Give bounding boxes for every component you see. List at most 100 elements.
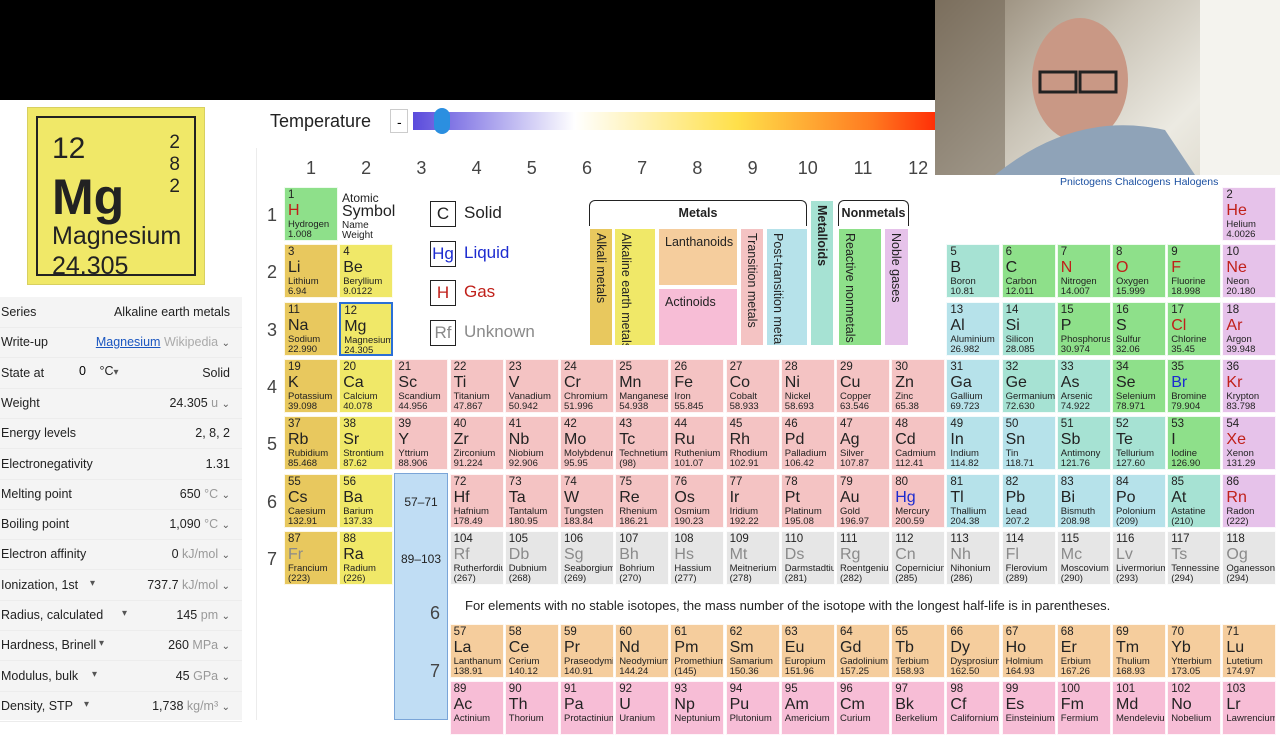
element-Lv[interactable]: 116 Lv Livermorium (293) — [1112, 530, 1166, 585]
state-temperature-input[interactable] — [58, 363, 86, 378]
element-Hs[interactable]: 108 Hs Hassium (277) — [670, 530, 725, 585]
element-Sr[interactable]: 38 Sr Strontium 87.62 — [339, 416, 394, 471]
element-Cs[interactable]: 55 Cs Caesium 132.91 — [284, 473, 338, 528]
group-number-3[interactable]: 3 — [401, 158, 441, 179]
element-P[interactable]: 15 P Phosphorus 30.974 — [1056, 301, 1111, 356]
state-legend-symbol[interactable]: H — [430, 280, 456, 306]
element-Gd[interactable]: 64 Gd Gadolinium 157.25 — [836, 624, 890, 678]
group-number-10[interactable]: 10 — [788, 158, 828, 179]
element-Sc[interactable]: 21 Sc Scandium 44.956 — [394, 358, 449, 413]
element-Na[interactable]: 11 Na Sodium 22.990 — [284, 301, 338, 356]
legend-actinoids[interactable]: Actinoids — [658, 288, 738, 346]
element-Al[interactable]: 13 Al Aluminium 26.982 — [946, 301, 1001, 356]
element-Lr[interactable]: 103 Lr Lawrencium — [1222, 681, 1277, 735]
element-H[interactable]: 1 H Hydrogen 1.008 — [284, 187, 338, 241]
element-Am[interactable]: 95 Am Americium — [780, 681, 835, 735]
element-Ar[interactable]: 18 Ar Argon 39.948 — [1222, 301, 1277, 356]
element-Sb[interactable]: 51 Sb Antimony 121.76 — [1056, 416, 1111, 471]
state-legend-label[interactable]: Solid — [464, 203, 502, 223]
element-I[interactable]: 53 I Iodine 126.90 — [1167, 416, 1222, 471]
temperature-slider-thumb[interactable] — [434, 108, 450, 134]
element-Ca[interactable]: 20 Ca Calcium 40.078 — [339, 358, 394, 413]
chevron-down-icon[interactable]: ⌄ — [222, 338, 230, 349]
chevron-down-icon[interactable]: ⌄ — [222, 550, 230, 561]
period-number-1[interactable]: 1 — [262, 205, 282, 226]
state-legend-symbol[interactable]: C — [430, 201, 456, 227]
f-block-marker[interactable] — [394, 473, 448, 720]
element-Re[interactable]: 75 Re Rhenium 186.21 — [615, 473, 670, 528]
element-Si[interactable]: 14 Si Silicon 28.085 — [1001, 301, 1056, 356]
property-mode-dropdown-icon[interactable]: ▾ — [122, 608, 127, 619]
element-Fl[interactable]: 114 Fl Flerovium (289) — [1001, 530, 1056, 585]
element-Nd[interactable]: 60 Nd Neodymium 144.24 — [615, 624, 670, 678]
temperature-decrease-button[interactable]: - — [390, 109, 408, 133]
element-Nb[interactable]: 41 Nb Niobium 92.906 — [504, 416, 559, 471]
chevron-down-icon[interactable]: ⌄ — [222, 672, 230, 683]
element-S[interactable]: 16 S Sulfur 32.06 — [1112, 301, 1166, 356]
group-number-4[interactable]: 4 — [457, 158, 497, 179]
period-number-7[interactable]: 7 — [262, 549, 282, 570]
element-Pm[interactable]: 61 Pm Promethium (145) — [670, 624, 725, 678]
element-Rf[interactable]: 104RfRutherfordium(267) — [449, 530, 504, 585]
element-Rn[interactable]: 86 Rn Radon (222) — [1222, 473, 1277, 528]
element-Er[interactable]: 68 Er Erbium 167.26 — [1056, 624, 1111, 678]
state-legend-symbol[interactable]: Rf — [430, 319, 456, 346]
group-number-2[interactable]: 2 — [346, 158, 386, 179]
element-K[interactable]: 19 K Potassium 39.098 — [284, 358, 338, 413]
element-Be[interactable]: 4 Be Beryllium 9.0122 — [339, 244, 394, 299]
property-mode-dropdown-icon[interactable]: ▾ — [99, 638, 104, 649]
group-number-9[interactable]: 9 — [733, 158, 773, 179]
element-Pu[interactable]: 94 Pu Plutonium — [725, 681, 780, 735]
element-Os[interactable]: 76 Os Osmium 190.23 — [670, 473, 725, 528]
element-Tl[interactable]: 81 Tl Thallium 204.38 — [946, 473, 1001, 528]
chevron-down-icon[interactable]: ⌄ — [222, 702, 230, 713]
element-Ru[interactable]: 44 Ru Ruthenium 101.07 — [670, 416, 725, 471]
element-Ac[interactable]: 89 Ac Actinium — [449, 681, 504, 735]
element-No[interactable]: 102 No Nobelium — [1167, 681, 1222, 735]
element-Cr[interactable]: 24 Cr Chromium 51.996 — [560, 358, 614, 413]
element-F[interactable]: 9 F Fluorine 18.998 — [1167, 244, 1222, 299]
group-number-5[interactable]: 5 — [512, 158, 552, 179]
property-mode-dropdown-icon[interactable]: ▾ — [84, 699, 89, 710]
state-legend-label[interactable]: Liquid — [464, 243, 509, 263]
element-Rb[interactable]: 37 Rb Rubidium 85.468 — [284, 416, 338, 471]
element-Ge[interactable]: 32 Ge Germanium 72.630 — [1001, 358, 1056, 413]
element-He[interactable]: 2 He Helium 4.0026 — [1222, 187, 1277, 241]
group-number-8[interactable]: 8 — [677, 158, 717, 179]
element-Pa[interactable]: 91 Pa Protactinium — [560, 681, 614, 735]
element-Ir[interactable]: 77 Ir Iridium 192.22 — [725, 473, 780, 528]
temperature-slider[interactable] — [413, 112, 953, 130]
element-Bi[interactable]: 83 Bi Bismuth 208.98 — [1056, 473, 1111, 528]
element-Pd[interactable]: 46 Pd Palladium 106.42 — [780, 416, 835, 471]
element-Zn[interactable]: 30 Zn Zinc 65.38 — [891, 358, 946, 413]
element-N[interactable]: 7 N Nitrogen 14.007 — [1056, 244, 1111, 299]
element-Mc[interactable]: 115 Mc Moscovium (290) — [1056, 530, 1111, 585]
property-mode-dropdown-icon[interactable]: ▾ — [90, 578, 95, 589]
element-Mn[interactable]: 25 Mn Manganese 54.938 — [615, 358, 670, 413]
element-Sg[interactable]: 106 Sg Seaborgium (269) — [560, 530, 614, 585]
element-Pr[interactable]: 59PrPraseodymium140.91 — [560, 624, 614, 678]
element-Cl[interactable]: 17 Cl Chlorine 35.45 — [1167, 301, 1222, 356]
element-Li[interactable]: 3 Li Lithium 6.94 — [284, 244, 338, 299]
element-Th[interactable]: 90 Th Thorium — [504, 681, 559, 735]
element-Tc[interactable]: 43 Tc Technetium (98) — [615, 416, 670, 471]
element-C[interactable]: 6 C Carbon 12.011 — [1001, 244, 1056, 299]
group-number-11[interactable]: 11 — [843, 158, 883, 179]
chevron-down-icon[interactable]: ⌄ — [222, 399, 230, 410]
element-Ta[interactable]: 73 Ta Tantalum 180.95 — [504, 473, 559, 528]
element-Fe[interactable]: 26 Fe Iron 55.845 — [670, 358, 725, 413]
element-Cu[interactable]: 29 Cu Copper 63.546 — [836, 358, 890, 413]
state-unit[interactable]: °C — [99, 364, 113, 378]
chevron-down-icon[interactable]: ⌄ — [222, 520, 230, 531]
element-Te[interactable]: 52 Te Tellurium 127.60 — [1112, 416, 1166, 471]
period-number-4[interactable]: 4 — [262, 377, 282, 398]
element-Mo[interactable]: 42 Mo Molybdenum 95.95 — [560, 416, 614, 471]
element-Ba[interactable]: 56 Ba Barium 137.33 — [339, 473, 394, 528]
chevron-down-icon[interactable]: ⌄ — [222, 611, 230, 622]
legend-transition[interactable]: Transition metals — [740, 228, 764, 346]
element-Bh[interactable]: 107 Bh Bohrium (270) — [615, 530, 670, 585]
legend-metalloids[interactable]: Metalloids — [810, 200, 834, 346]
chevron-down-icon[interactable]: ⌄ — [222, 641, 230, 652]
period-number-6[interactable]: 6 — [262, 492, 282, 513]
element-Fr[interactable]: 87 Fr Francium (223) — [284, 530, 338, 585]
